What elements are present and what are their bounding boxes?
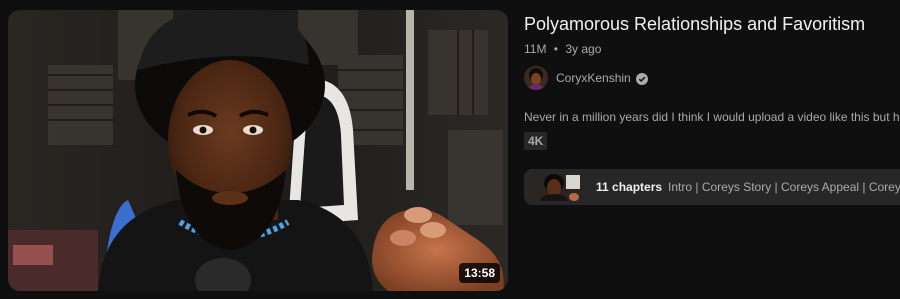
channel-link[interactable]: CoryxKenshin (524, 66, 648, 90)
verified-check-icon (635, 72, 648, 85)
video-description-snippet: Never in a million years did I think I w… (524, 110, 900, 124)
video-thumbnail[interactable]: 13:58 (8, 10, 508, 291)
chapters-chip[interactable]: 11 chapters Intro | Coreys Story | Corey… (524, 169, 900, 205)
thumbnail-image (8, 10, 508, 291)
chapter-titles: Intro | Coreys Story | Coreys Appeal | C… (668, 180, 900, 194)
view-count: 11M (524, 42, 547, 56)
video-duration-badge: 13:58 (459, 263, 500, 283)
stats-separator: • (553, 42, 558, 56)
channel-avatar[interactable] (524, 66, 548, 90)
channel-name[interactable]: CoryxKenshin (556, 71, 631, 85)
video-metadata: Polyamorous Relationships and Favoritism… (524, 12, 900, 299)
chapter-count: 11 chapters (596, 180, 663, 194)
chapter-thumbnail (532, 173, 584, 201)
quality-badge-4k: 4K (524, 132, 548, 150)
video-search-result[interactable]: 13:58 Polyamorous Relationships and Favo… (0, 0, 900, 299)
upload-age: 3y ago (565, 42, 602, 56)
video-title[interactable]: Polyamorous Relationships and Favoritism (524, 12, 900, 36)
video-stats: 11M • 3y ago (524, 40, 900, 58)
